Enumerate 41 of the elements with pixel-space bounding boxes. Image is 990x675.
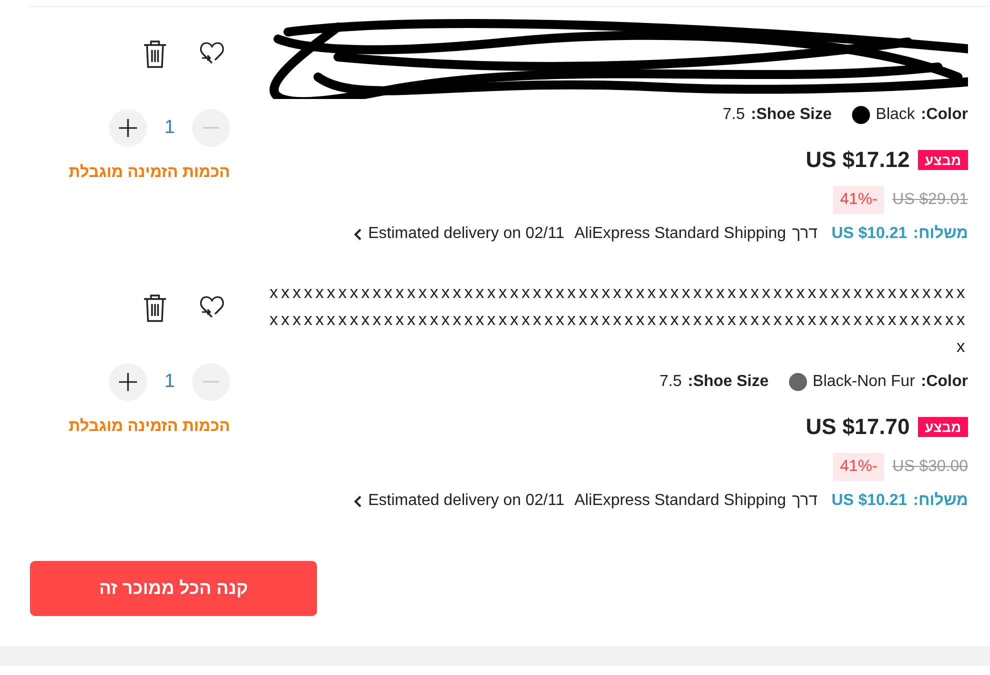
shipping-price: US $10.21	[832, 491, 908, 511]
size-value: 7.5	[659, 372, 682, 392]
original-price: US $29.01	[892, 190, 968, 210]
carrier-name: AliExpress Standard Shipping	[574, 491, 786, 511]
quantity-value[interactable]: 1	[164, 114, 175, 142]
trash-icon[interactable]	[142, 293, 168, 323]
sale-price: US $17.12	[806, 146, 910, 174]
increase-button[interactable]	[109, 363, 148, 401]
minus-icon	[203, 127, 219, 129]
sale-badge: מבצע	[918, 150, 968, 170]
color-value: Black	[876, 105, 915, 125]
color-value: Black-Non Fur	[812, 372, 915, 392]
sale-badge: מבצע	[918, 416, 968, 436]
chevron-left-icon[interactable]	[354, 494, 362, 508]
carrier-name: AliExpress Standard Shipping	[574, 224, 786, 244]
quantity-value[interactable]: 1	[164, 368, 175, 396]
stock-warning: הכמות הזמינה מוגבלת	[68, 163, 230, 183]
plus-icon	[119, 119, 138, 137]
sale-price: US $17.70	[806, 413, 910, 441]
shipping-label: משלוח:	[913, 224, 968, 244]
increase-button[interactable]	[109, 109, 148, 147]
shipping-label: משלוח:	[913, 491, 968, 511]
discount-badge: -41%	[833, 453, 884, 481]
size-value: 7.5	[722, 105, 745, 125]
chevron-left-icon[interactable]	[354, 228, 362, 240]
color-label: Color:	[920, 372, 968, 392]
delivery-estimate[interactable]: Estimated delivery on 02/11	[368, 489, 564, 513]
color-label: Color:	[920, 105, 968, 125]
size-label: Shoe Size:	[750, 105, 832, 125]
shipping-price: US $10.21	[832, 224, 908, 244]
stock-warning: הכמות הזמינה מוגבלת	[68, 417, 230, 437]
trash-icon[interactable]	[142, 39, 168, 69]
delivery-estimate[interactable]: Estimated delivery on 02/11	[368, 222, 564, 246]
product-title[interactable]: xxxxxxxxxxxxxxxxxxxxxxxxxxxxxxxxxxxxxxxxxxxxxxxxxxxxxxxxxxxxxxxxxxxxxxxxxxxxxxxxxxxxxxxxxxxxxxxxxxxxxxxxxxxxxxxxxxxxxxxxxxx	[268, 279, 968, 360]
minus-icon	[203, 381, 219, 383]
discount-badge: -41%	[833, 186, 884, 214]
via-text: דרך	[792, 224, 818, 244]
original-price: US $30.00	[892, 457, 968, 477]
plus-icon	[119, 373, 138, 391]
size-label: Shoe Size:	[688, 372, 769, 392]
via-text: דרך	[792, 491, 818, 511]
